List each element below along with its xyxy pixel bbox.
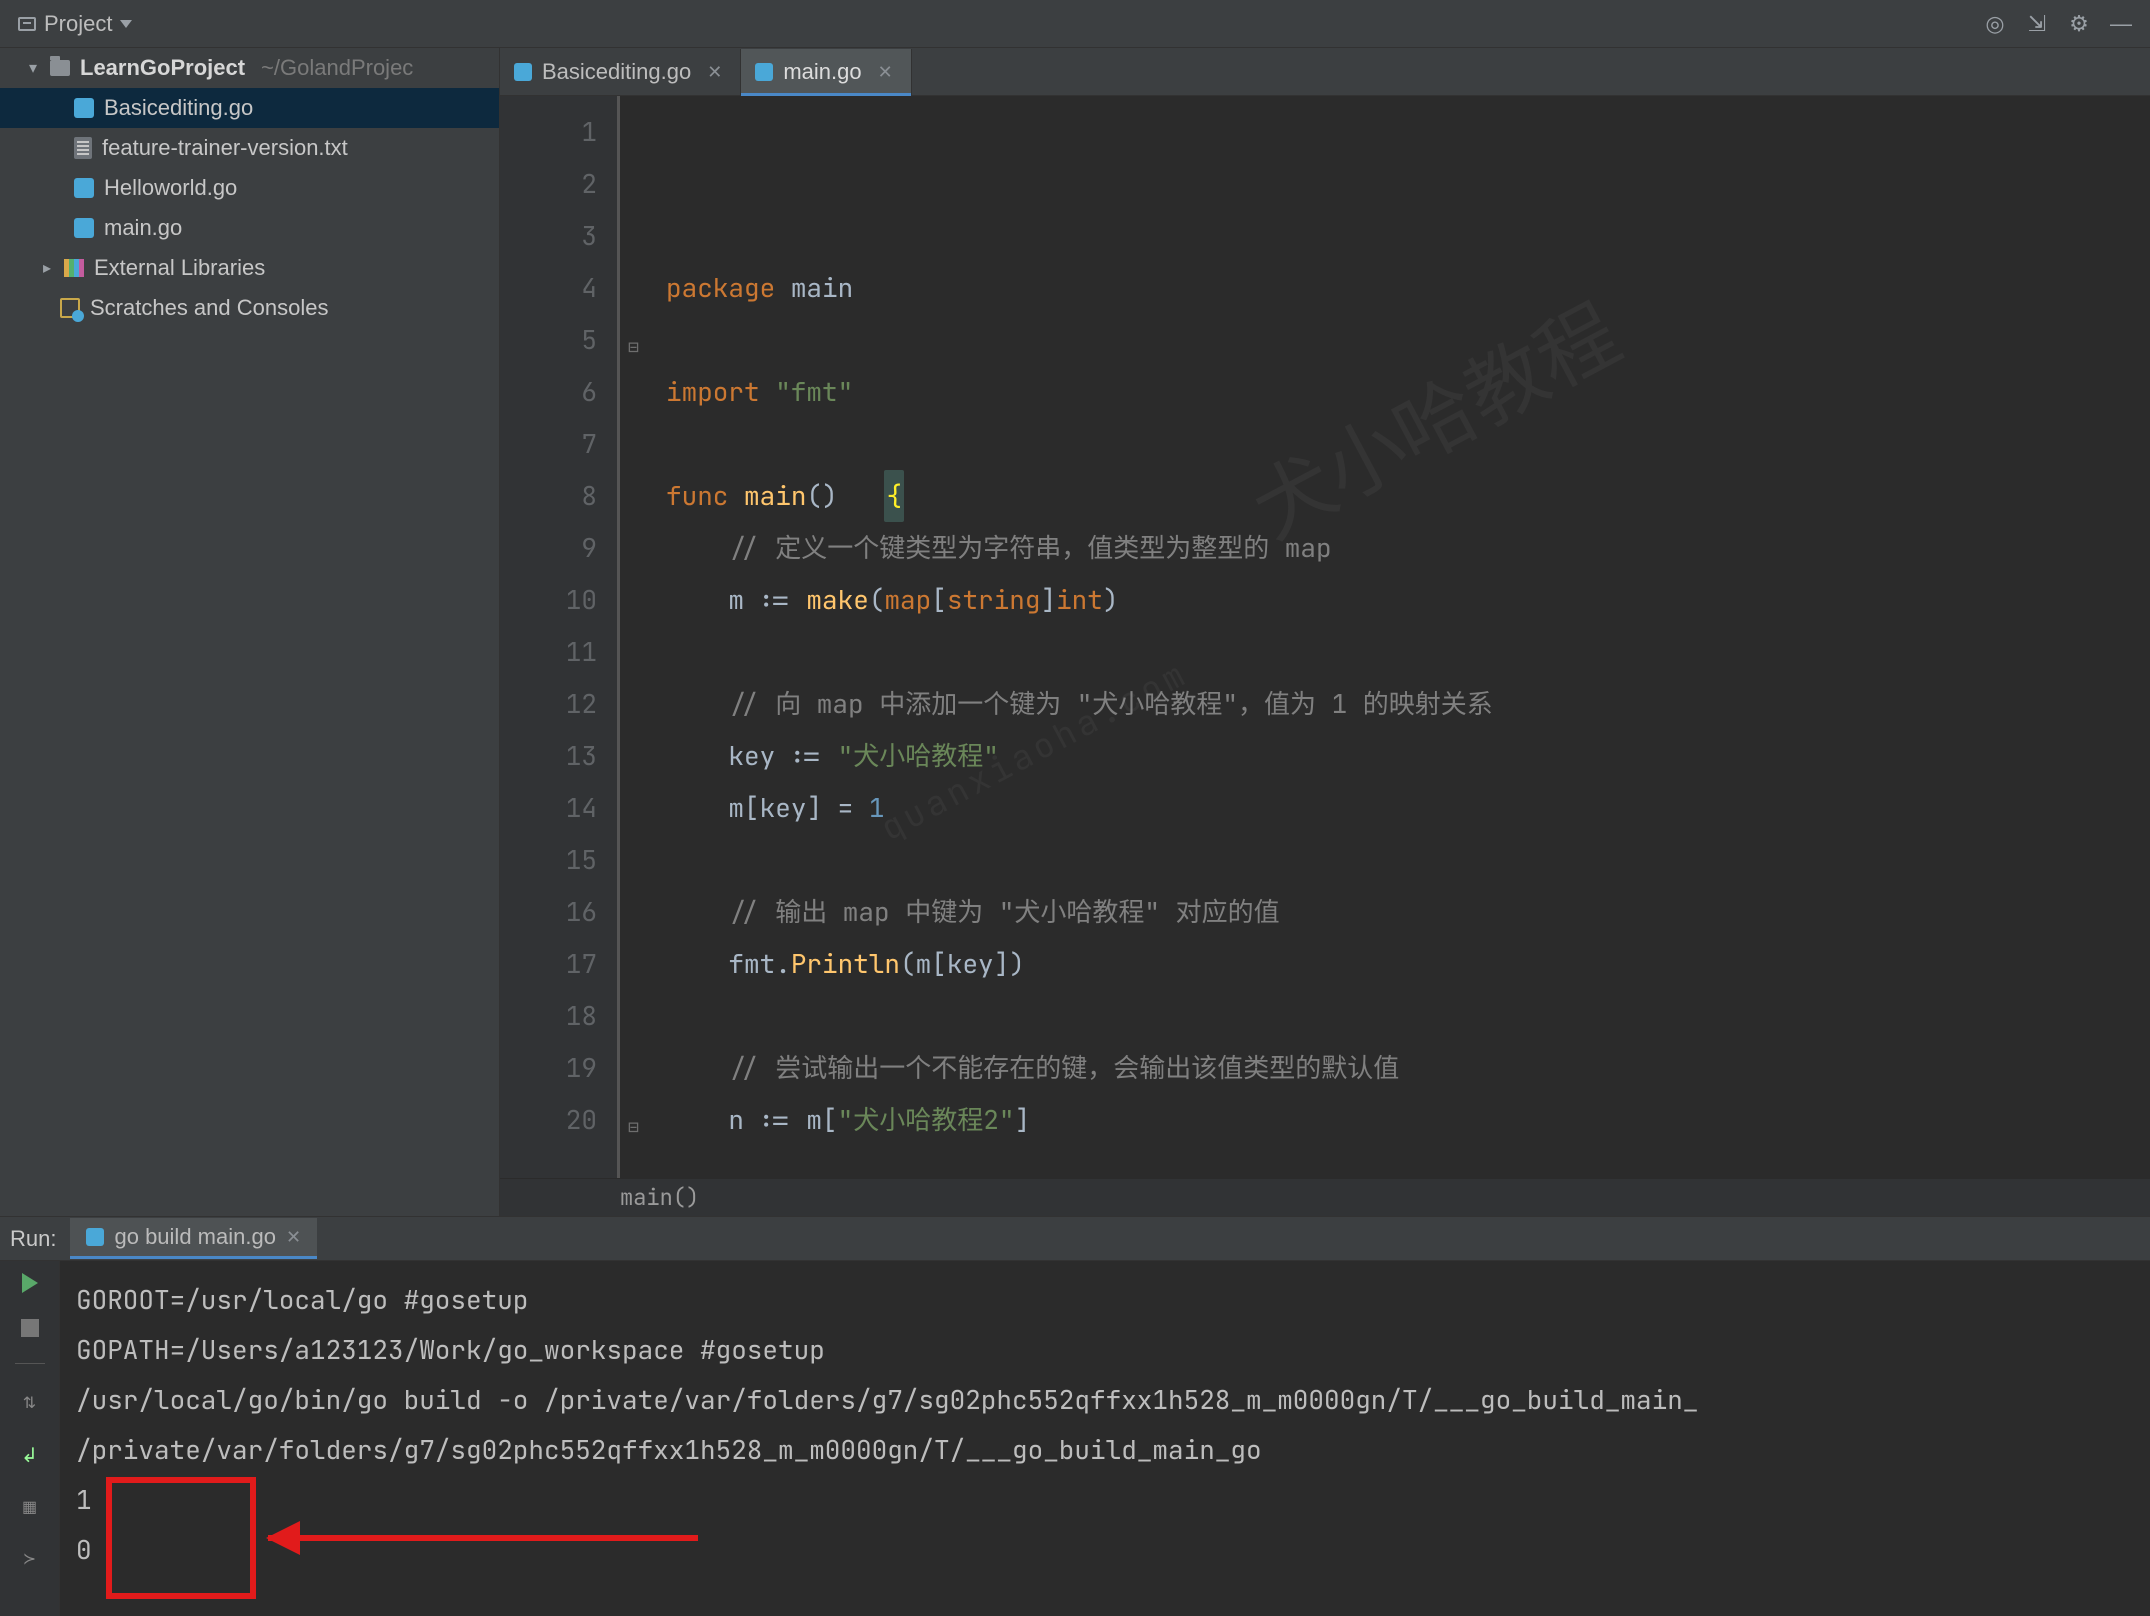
go-file-icon [755, 63, 773, 81]
console-line: /usr/local/go/bin/go build -o /private/v… [76, 1375, 2134, 1425]
run-config-tab[interactable]: go build main.go ✕ [70, 1218, 317, 1259]
file-row-main[interactable]: main.go [0, 208, 499, 248]
code-line[interactable]: m := make(map[string]int) [666, 574, 2150, 626]
annotation-box [106, 1477, 256, 1599]
fold-column: ⊟⊟ [620, 96, 660, 1178]
layout-icon[interactable]: ▦ [17, 1494, 43, 1520]
external-libraries-icon [64, 259, 84, 277]
file-row-basicediting[interactable]: Basicediting.go [0, 88, 499, 128]
code-line[interactable]: m[key] = 1 [666, 782, 2150, 834]
tab-main[interactable]: main.go ✕ [741, 49, 911, 95]
project-toolstrip: Project ◎ ⇲ ⚙ — [0, 0, 2150, 48]
expand-icon[interactable]: ⇲ [2020, 7, 2054, 41]
code-line[interactable]: n := m["犬小哈教程2"] [666, 1094, 2150, 1146]
run-action-gutter: ⇅ ↲ ▦ ≻ [0, 1261, 60, 1616]
code-line[interactable]: // 输出 map 中键为 "犬小哈教程" 对应的值 [666, 886, 2150, 938]
code-line[interactable]: fmt.Println(m[key]) [666, 938, 2150, 990]
console-line: GOROOT=/usr/local/go #gosetup [76, 1275, 2134, 1325]
breadcrumb[interactable]: main() [500, 1178, 2150, 1216]
soft-wrap-icon[interactable]: ↲ [17, 1442, 43, 1468]
external-libraries-row[interactable]: ▸ External Libraries [0, 248, 499, 288]
tab-label: Basicediting.go [542, 59, 691, 85]
prompt-icon[interactable]: ≻ [17, 1546, 43, 1572]
code-line[interactable]: // 定义一个键类型为字符串，值类型为整型的 map [666, 522, 2150, 574]
chevron-right-icon: ▸ [40, 258, 54, 278]
file-name: Basicediting.go [104, 95, 253, 121]
code-line[interactable]: key := "犬小哈教程" [666, 730, 2150, 782]
console-line: GOPATH=/Users/a123123/Work/go_workspace … [76, 1325, 2134, 1375]
code-body[interactable]: 犬小哈教程 quanxiaoha.com package mainimport … [660, 96, 2150, 1178]
code-line[interactable] [666, 418, 2150, 470]
breadcrumb-item: main() [620, 1183, 699, 1212]
project-dropdown[interactable]: Project [8, 7, 142, 41]
locate-icon[interactable]: ◎ [1978, 7, 2012, 41]
go-file-icon [74, 218, 94, 238]
annotation-arrow [268, 1535, 698, 1541]
text-file-icon [74, 137, 92, 159]
chevron-down-icon [120, 20, 132, 28]
file-name: Helloworld.go [104, 175, 237, 201]
editor-tab-bar: Basicediting.go ✕ main.go ✕ [500, 48, 2150, 96]
project-root-name: LearnGoProject [80, 55, 245, 81]
line-number-gutter: 1234567891011121314151617181920 [500, 96, 620, 1178]
project-sidebar: ▾ LearnGoProject ~/GolandProjec Basicedi… [0, 48, 500, 1216]
tab-label: main.go [783, 59, 861, 85]
file-row-helloworld[interactable]: Helloworld.go [0, 168, 499, 208]
file-name: main.go [104, 215, 182, 241]
console-line: /private/var/folders/g7/sg02phc552qffxx1… [76, 1425, 2134, 1475]
code-line[interactable]: // 向 map 中添加一个键为 "犬小哈教程"，值为 1 的映射关系 [666, 678, 2150, 730]
scratches-row[interactable]: Scratches and Consoles [0, 288, 499, 328]
project-root-row[interactable]: ▾ LearnGoProject ~/GolandProjec [0, 48, 499, 88]
hide-icon[interactable]: — [2104, 7, 2138, 41]
file-row-feature-trainer[interactable]: feature-trainer-version.txt [0, 128, 499, 168]
code-line[interactable]: func main() { [666, 470, 2150, 522]
run-toolwindow: Run: go build main.go ✕ ⇅ ↲ ▦ ≻ GOROOT=/… [0, 1216, 2150, 1616]
stop-icon[interactable] [21, 1319, 39, 1337]
close-icon[interactable]: ✕ [878, 62, 893, 83]
run-label: Run: [10, 1226, 56, 1252]
settings-icon[interactable]: ⚙ [2062, 7, 2096, 41]
code-line[interactable]: package main [666, 262, 2150, 314]
up-down-icon[interactable]: ⇅ [17, 1390, 43, 1416]
go-file-icon [74, 178, 94, 198]
console-line: 0 [76, 1525, 2134, 1575]
code-line[interactable] [666, 990, 2150, 1042]
console-line: 1 [76, 1475, 2134, 1525]
folder-icon [50, 60, 70, 76]
close-icon[interactable]: ✕ [707, 62, 722, 83]
tab-basicediting[interactable]: Basicediting.go ✕ [500, 49, 741, 95]
chevron-down-icon: ▾ [26, 58, 40, 78]
go-file-icon [74, 98, 94, 118]
code-line[interactable] [666, 626, 2150, 678]
project-root-path: ~/GolandProjec [261, 55, 413, 81]
project-dropdown-label: Project [44, 11, 112, 37]
code-line[interactable] [666, 314, 2150, 366]
code-editor[interactable]: 1234567891011121314151617181920 ⊟⊟ 犬小哈教程… [500, 96, 2150, 1178]
close-icon[interactable]: ✕ [286, 1227, 301, 1248]
scratches-icon [60, 298, 80, 318]
run-tab-label: go build main.go [114, 1224, 275, 1250]
go-file-icon [86, 1228, 104, 1246]
code-line[interactable] [666, 1146, 2150, 1178]
go-file-icon [514, 63, 532, 81]
code-line[interactable]: // 尝试输出一个不能存在的键，会输出该值类型的默认值 [666, 1042, 2150, 1094]
scratches-label: Scratches and Consoles [90, 295, 328, 321]
project-icon [18, 17, 36, 31]
run-console[interactable]: GOROOT=/usr/local/go #gosetupGOPATH=/Use… [60, 1261, 2150, 1616]
rerun-icon[interactable] [22, 1273, 38, 1293]
external-libraries-label: External Libraries [94, 255, 265, 281]
divider [15, 1363, 45, 1364]
file-name: feature-trainer-version.txt [102, 135, 348, 161]
code-line[interactable] [666, 834, 2150, 886]
code-line[interactable]: import "fmt" [666, 366, 2150, 418]
